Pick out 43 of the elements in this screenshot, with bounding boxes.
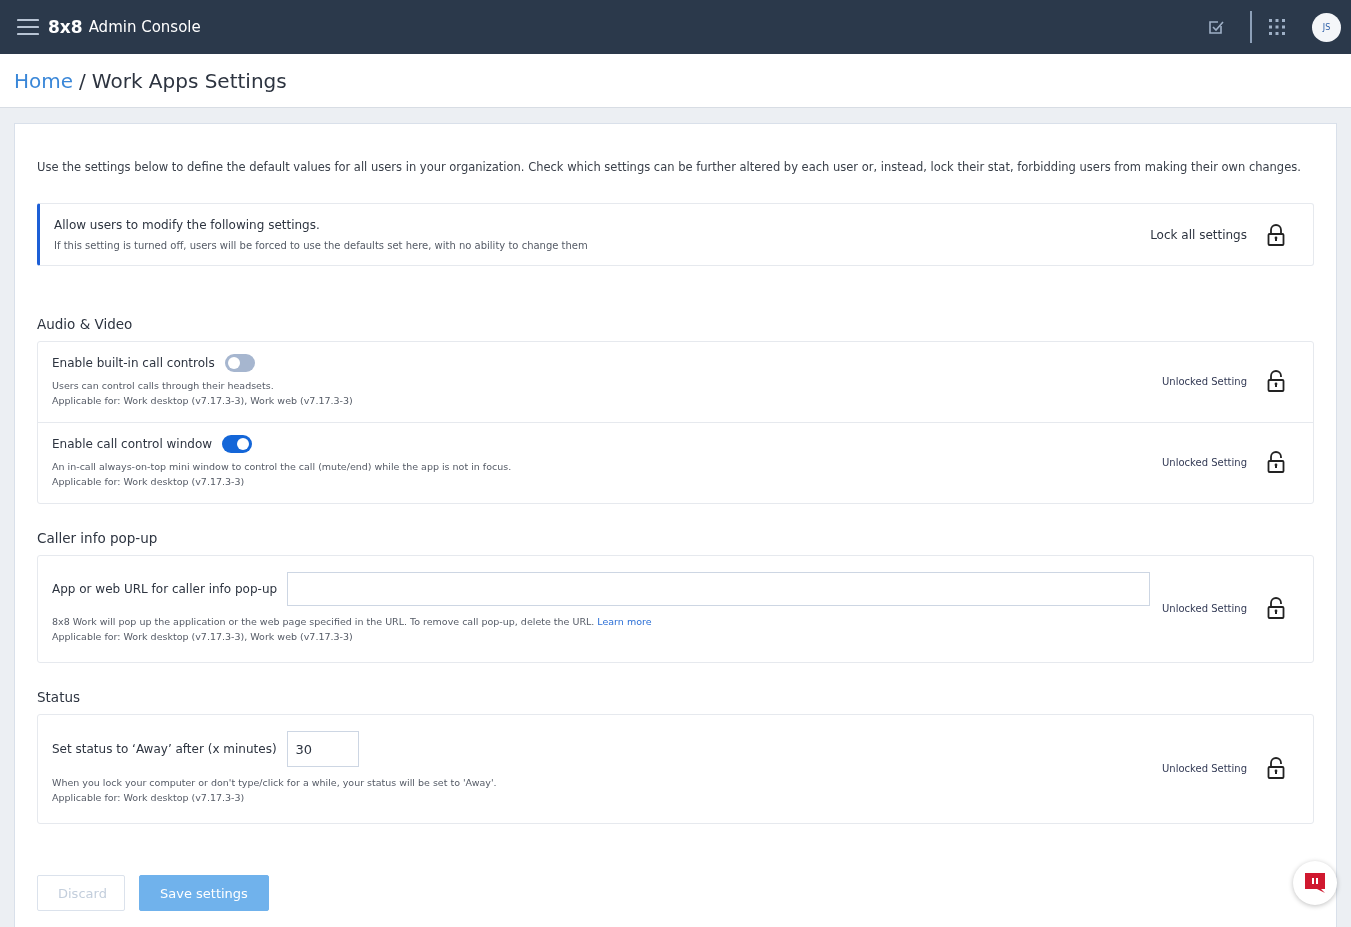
app-title: Admin Console bbox=[88, 18, 201, 36]
lock-icon[interactable] bbox=[1267, 223, 1285, 246]
checkbox-icon[interactable] bbox=[1208, 19, 1224, 35]
setting-label: Set status to ‘Away’ after (x minutes) bbox=[52, 742, 277, 756]
applicable-text: Applicable for: Work desktop (v7.17.3-3) bbox=[52, 791, 246, 805]
menu-icon[interactable] bbox=[17, 18, 39, 36]
applicable-text: Applicable for: Work desktop (v7.17.3-3), Work web (v7.17.3-3) bbox=[52, 394, 354, 408]
setting-description: When you lock your computer or don't type/click for a while, your status will be set to 'Away'. bbox=[52, 776, 498, 790]
unlocked-padlock-icon[interactable] bbox=[1267, 451, 1285, 473]
setting-description: An in-call always-on-top mini window to control the call (mute/end) while the app is not in focus. bbox=[52, 460, 513, 474]
setting-description: 8x8 Work will pop up the application or the web page specified in the URL. To remove call pop-up, delete the URL. Learn more bbox=[52, 615, 653, 629]
user-avatar[interactable]: JS bbox=[1312, 12, 1341, 42]
lock-all-label: Lock all settings bbox=[1150, 227, 1247, 242]
setting-description: Users can control calls through their headsets. bbox=[52, 379, 275, 393]
breadcrumb-separator: / bbox=[79, 68, 86, 93]
setting-label: Enable built-in call controls bbox=[52, 356, 215, 370]
toggle-switch[interactable] bbox=[222, 435, 253, 453]
unlocked-padlock-icon[interactable] bbox=[1267, 370, 1285, 392]
chat-icon bbox=[1303, 871, 1327, 895]
lock-status-label: Unlocked Setting bbox=[1162, 375, 1247, 387]
unlocked-padlock-icon[interactable] bbox=[1267, 597, 1285, 619]
section-title: Caller info pop-up bbox=[37, 530, 159, 546]
section-title: Audio & Video bbox=[37, 316, 134, 332]
url-field[interactable] bbox=[287, 572, 1150, 606]
home-link[interactable]: Home bbox=[14, 68, 74, 93]
unlocked-padlock-icon[interactable] bbox=[1267, 757, 1285, 779]
logo: 8x8 bbox=[48, 17, 83, 37]
apps-grid-icon[interactable] bbox=[1268, 18, 1286, 36]
section-title: Status bbox=[37, 689, 82, 705]
applicable-text: Applicable for: Work desktop (v7.17.3-3) bbox=[52, 475, 246, 489]
intro-text: Use the settings below to define the default values for all users in your organization. Check which settings can be further altered by each user or, instead, lock their stat, forbidding users from making their own changes. bbox=[37, 160, 1302, 174]
toggle-switch[interactable] bbox=[224, 354, 255, 372]
minutes-field[interactable]: 30 bbox=[286, 731, 359, 767]
setting-label: Enable call control window bbox=[52, 437, 213, 451]
page-title: Work Apps Settings bbox=[91, 68, 287, 93]
lock-status-label: Unlocked Setting bbox=[1162, 602, 1247, 614]
lock-status-label: Unlocked Setting bbox=[1162, 762, 1247, 774]
banner-subtitle: If this setting is turned off, users will be forced to use the defaults set here, with no ability to change them bbox=[54, 240, 589, 251]
banner-title: Allow users to modify the following settings. bbox=[54, 218, 321, 232]
applicable-text: Applicable for: Work desktop (v7.17.3-3), Work web (v7.17.3-3) bbox=[52, 630, 354, 644]
lock-status-label: Unlocked Setting bbox=[1162, 456, 1247, 468]
setting-label: App or web URL for caller info pop-up bbox=[52, 582, 278, 596]
learn-more-link[interactable]: Learn more bbox=[597, 616, 652, 627]
